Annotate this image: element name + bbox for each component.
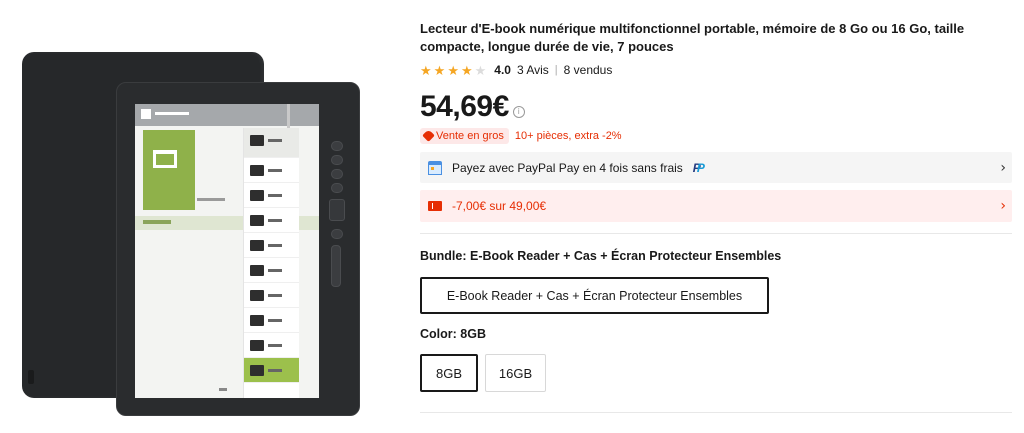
coupon-text: -7,00€ sur 49,00€ xyxy=(452,199,547,213)
calendar-icon xyxy=(428,160,442,175)
star-icon: ★ xyxy=(433,62,446,78)
chevron-right-icon: › xyxy=(1000,159,1006,176)
color-option-8gb[interactable]: 8GB xyxy=(420,354,478,392)
book-tile xyxy=(143,130,195,210)
color-label: Color: 8GB xyxy=(420,327,486,341)
separator: | xyxy=(554,64,558,76)
star-icon: ★ xyxy=(474,62,487,78)
color-option-16gb[interactable]: 16GB xyxy=(485,354,546,392)
ereader-menu xyxy=(243,128,299,398)
divider xyxy=(420,233,1012,234)
wholesale-badge: Vente en gros xyxy=(420,127,509,144)
product-details: Lecteur d'E-book numérique multifonction… xyxy=(420,0,1012,433)
device-slot xyxy=(28,370,34,384)
reviews-link[interactable]: 3 Avis xyxy=(517,63,549,77)
paypal-installments[interactable]: Payez avec PayPal Pay en 4 fois sans fra… xyxy=(420,152,1012,183)
bundle-label: Bundle: E-Book Reader + Cas + Écran Prot… xyxy=(420,249,782,263)
divider xyxy=(420,412,1012,413)
coupon-icon xyxy=(428,201,442,211)
ereader-front-image xyxy=(116,82,360,416)
sold-count: 8 vendus xyxy=(563,63,613,77)
product-title: Lecteur d'E-book numérique multifonction… xyxy=(420,21,965,54)
price-row: 54,69€ i xyxy=(420,86,525,124)
rating-value: 4.0 xyxy=(494,63,511,77)
device-side-buttons xyxy=(329,141,345,287)
coupon-banner[interactable]: -7,00€ sur 49,00€ › xyxy=(420,190,1012,222)
color-options: 8GB 16GB xyxy=(420,354,546,392)
info-icon[interactable]: i xyxy=(512,106,525,118)
product-image[interactable] xyxy=(0,0,400,433)
chevron-right-icon: › xyxy=(1000,198,1006,214)
wholesale-row: Vente en gros 10+ pièces, extra -2% xyxy=(420,127,622,144)
ereader-screen xyxy=(135,104,319,398)
star-icon: ★ xyxy=(420,62,432,78)
bundle-option[interactable]: E-Book Reader + Cas + Écran Protecteur E… xyxy=(420,277,769,314)
wholesale-badge-label: Vente en gros xyxy=(436,129,504,142)
rating-stars: ★ ★ ★ ★ ★ xyxy=(420,64,486,77)
wholesale-text: 10+ pièces, extra -2% xyxy=(514,129,622,142)
star-icon: ★ xyxy=(460,62,473,78)
paypal-text: Payez avec PayPal Pay en 4 fois sans fra… xyxy=(452,160,683,175)
star-icon: ★ xyxy=(447,62,459,78)
price: 54,69€ xyxy=(420,90,509,123)
tag-icon xyxy=(422,129,435,142)
paypal-logo: PP xyxy=(692,160,705,175)
rating-row[interactable]: ★ ★ ★ ★ ★ 4.0 3 Avis | 8 vendus xyxy=(420,61,612,79)
